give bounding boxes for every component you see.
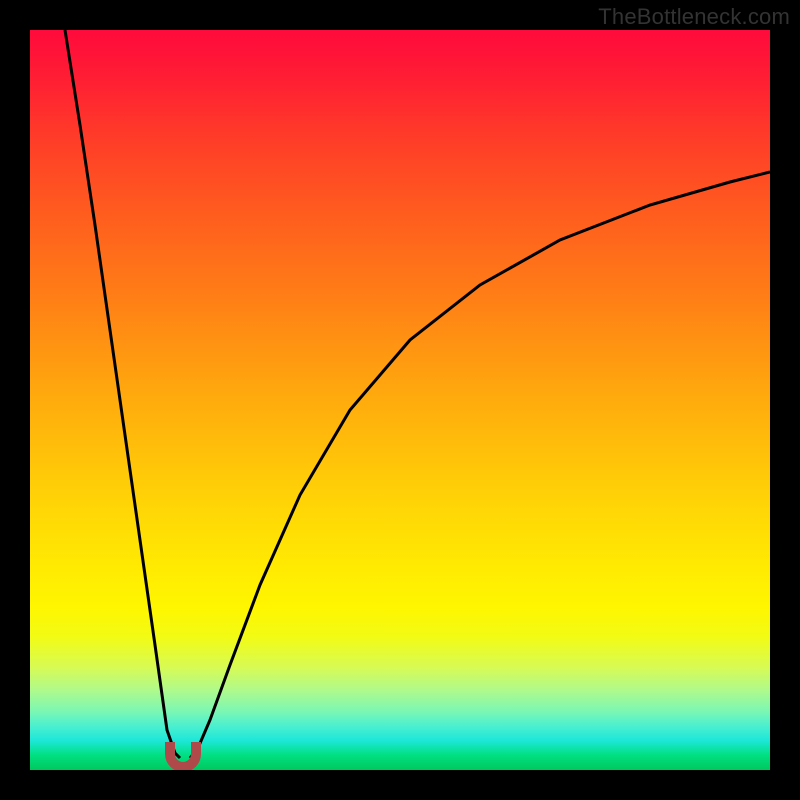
watermark-text: TheBottleneck.com bbox=[598, 4, 790, 30]
trough-marker bbox=[165, 742, 201, 770]
curve-left-branch bbox=[65, 30, 180, 758]
chart-frame: TheBottleneck.com bbox=[0, 0, 800, 800]
curve-right-branch bbox=[190, 172, 770, 758]
bottleneck-curve bbox=[30, 30, 770, 770]
plot-area bbox=[30, 30, 770, 770]
